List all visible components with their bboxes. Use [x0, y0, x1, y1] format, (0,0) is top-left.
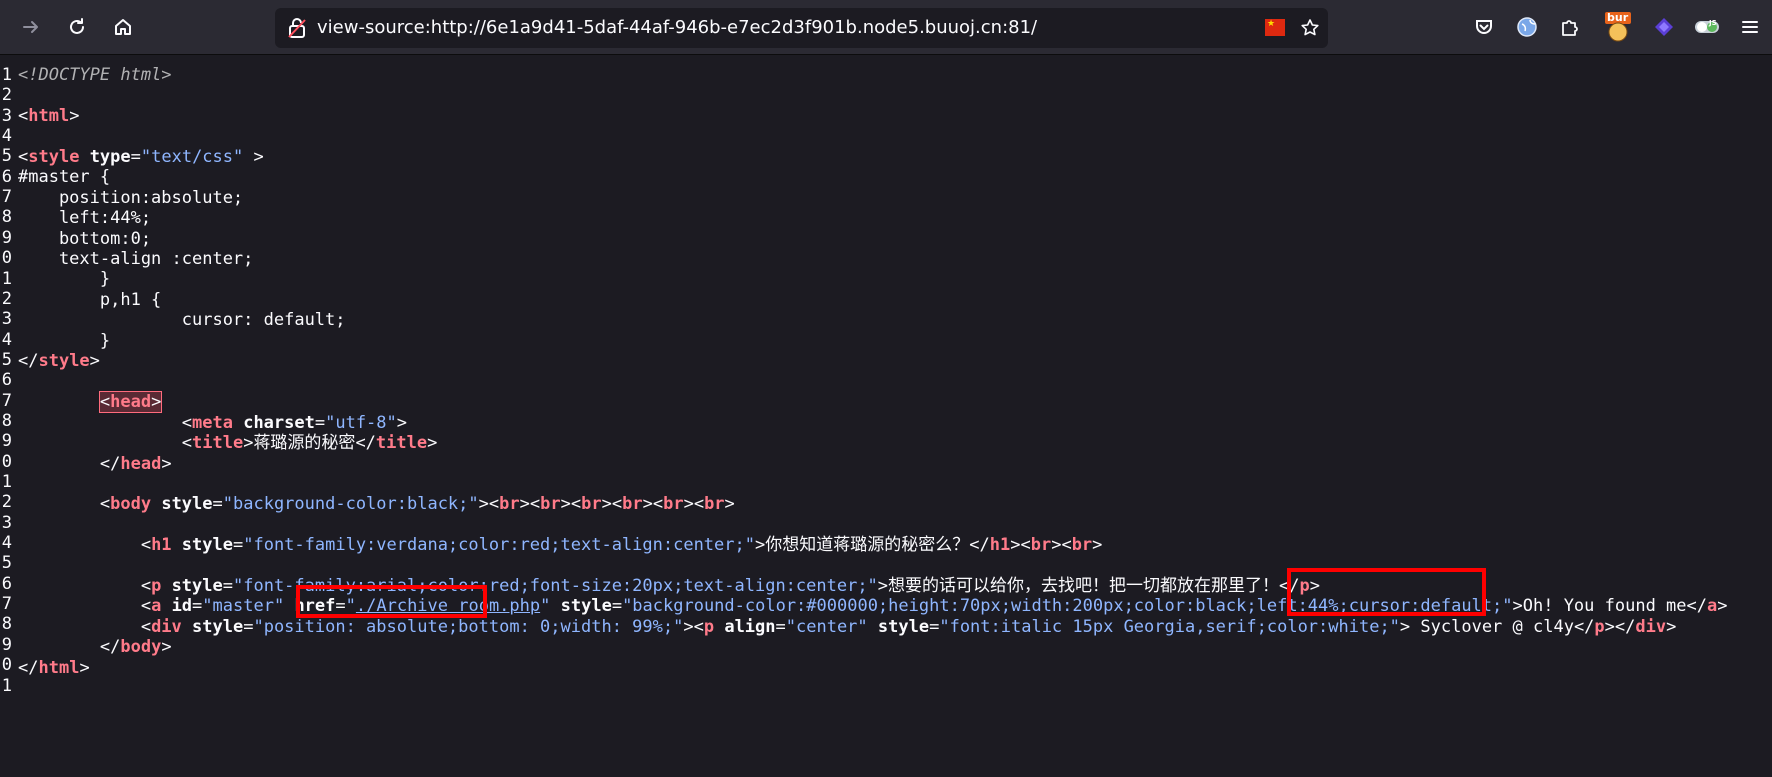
- div-style-value: "position: absolute;bottom: 0;width: 99%…: [253, 617, 684, 637]
- br-tag: br: [663, 494, 684, 514]
- pocket-icon[interactable]: [1467, 10, 1501, 44]
- head-open-tag-highlight: <head>: [98, 391, 163, 413]
- a-open-tag: a: [151, 596, 162, 616]
- body-open-tag: body: [110, 494, 152, 514]
- css-line: left:44%;: [18, 208, 152, 228]
- br-tag: br: [1071, 535, 1093, 555]
- source-line-30: </html>: [18, 658, 90, 678]
- url-text[interactable]: view-source:http://6e1a9d41-5daf-44af-94…: [317, 17, 1037, 38]
- style-attribute: style: [171, 576, 223, 596]
- source-line-24: <h1 style="font-family:verdana;color:red…: [18, 535, 1103, 555]
- source-line-20: </head>: [18, 454, 172, 474]
- lock-icon[interactable]: [287, 17, 307, 43]
- id-value: "master": [202, 596, 285, 616]
- purple-extension-icon[interactable]: [1647, 10, 1681, 44]
- charset-value: "utf-8": [325, 413, 397, 433]
- title-open-tag: title: [192, 433, 244, 453]
- p-close-tag: p: [1594, 617, 1605, 637]
- title-close-tag: title: [375, 433, 428, 453]
- style-attribute: style: [877, 617, 930, 637]
- source-line-17: <head>: [0, 391, 1772, 414]
- source-view: 1234567890123456789012345678901 <!DOCTYP…: [0, 55, 1772, 777]
- source-line-1: <!DOCTYPE html>: [0, 64, 1772, 87]
- charset-attribute: charset: [243, 413, 315, 433]
- body-close-tag: body: [120, 637, 162, 657]
- doctype-declaration: <!DOCTYPE html>: [18, 65, 172, 85]
- source-line-27: <a id="master" href="./Archive_room.php"…: [18, 596, 1728, 616]
- toggle-extension-icon[interactable]: JS: [1690, 10, 1724, 44]
- br-tags: <br><br><br><br><br><br>: [488, 494, 735, 514]
- annotation-box-found-me: [1287, 568, 1486, 616]
- br-tag: br: [704, 494, 725, 514]
- source-line-6: #master {: [0, 166, 1772, 189]
- br-tag: br: [1030, 535, 1052, 555]
- p-text: 想要的话可以给你，去找吧！把一切都放在那里了！: [888, 576, 1280, 596]
- style-attribute: style: [161, 494, 213, 514]
- a-close-tag: a: [1707, 596, 1718, 616]
- body-style-value: "background-color:black;": [222, 494, 479, 514]
- align-attribute: align: [724, 617, 776, 637]
- style-attribute: style: [181, 535, 233, 555]
- br-tag: br: [499, 494, 520, 514]
- burp-extension-icon[interactable]: bur: [1605, 10, 1631, 42]
- source-line-29: </body>: [18, 637, 172, 657]
- source-line-13: cursor: default;: [0, 309, 1772, 332]
- type-value: "text/css": [140, 147, 244, 167]
- h1-text: 你想知道蒋璐源的秘密么？: [765, 535, 970, 555]
- div-close-tag: div: [1635, 617, 1667, 637]
- china-flag-icon: ★: [1265, 19, 1285, 36]
- style-close-tag: style: [38, 351, 90, 371]
- menu-icon[interactable]: [1733, 10, 1767, 44]
- p2-style-value: "font:italic 15px Georgia,serif;color:wh…: [939, 617, 1400, 637]
- source-line-22: <body style="background-color:black;"><b…: [18, 494, 735, 514]
- source-line-11: }: [0, 268, 1772, 291]
- browser-toolbar: view-source:http://6e1a9d41-5daf-44af-94…: [0, 0, 1772, 55]
- css-line: cursor: default;: [18, 310, 346, 330]
- id-attribute: id: [171, 596, 193, 616]
- source-line-19: <title>蒋璐源的秘密</title>: [18, 433, 438, 453]
- style-attribute: style: [192, 617, 244, 637]
- title-text: 蒋璐源的秘密: [253, 433, 356, 453]
- h1-open-tag: h1: [151, 535, 172, 555]
- div-open-tag: div: [151, 617, 182, 637]
- style-attribute: style: [560, 596, 612, 616]
- p-open-tag: p: [151, 576, 162, 596]
- footer-text: Syclover @ cl4y: [1410, 617, 1574, 637]
- h1-style-value: "font-family:verdana;color:red;text-alig…: [243, 535, 755, 555]
- br-tags: <br><br>: [1020, 535, 1103, 555]
- home-icon[interactable]: [106, 10, 140, 44]
- meta-tag: meta: [192, 413, 233, 433]
- br-tag: br: [622, 494, 643, 514]
- head-close-tag: head: [120, 454, 162, 474]
- globe-extension-icon[interactable]: [1510, 10, 1544, 44]
- css-line: }: [18, 269, 111, 289]
- burp-badge-label: bur: [1607, 11, 1629, 24]
- a-text: Oh! You found me: [1522, 596, 1687, 616]
- align-value: "center": [785, 617, 868, 637]
- bookmark-star-icon[interactable]: [1295, 14, 1325, 42]
- style-open-tag: style: [28, 147, 80, 167]
- extensions-puzzle-icon[interactable]: [1553, 10, 1587, 44]
- br-tag: br: [581, 494, 602, 514]
- source-line-8: left:44%;: [0, 207, 1772, 230]
- reload-icon[interactable]: [60, 10, 94, 44]
- type-attribute: type: [89, 147, 131, 167]
- source-line-15: </style>: [18, 351, 100, 371]
- br-tag: br: [540, 494, 561, 514]
- quote-mark: ": [540, 596, 551, 616]
- css-line: #master {: [18, 167, 111, 187]
- html-close-tag: html: [38, 658, 80, 678]
- annotation-box-href: [296, 585, 487, 618]
- p-open-tag: p: [703, 617, 715, 637]
- h1-close-tag: h1: [989, 535, 1011, 555]
- head-open-tag: head: [110, 392, 152, 412]
- source-line-3: <html>: [18, 106, 80, 126]
- forward-icon[interactable]: [14, 10, 48, 44]
- address-bar[interactable]: view-source:http://6e1a9d41-5daf-44af-94…: [275, 8, 1328, 48]
- html-open-tag: html: [28, 106, 70, 126]
- toggle-badge-label: JS: [1709, 19, 1717, 27]
